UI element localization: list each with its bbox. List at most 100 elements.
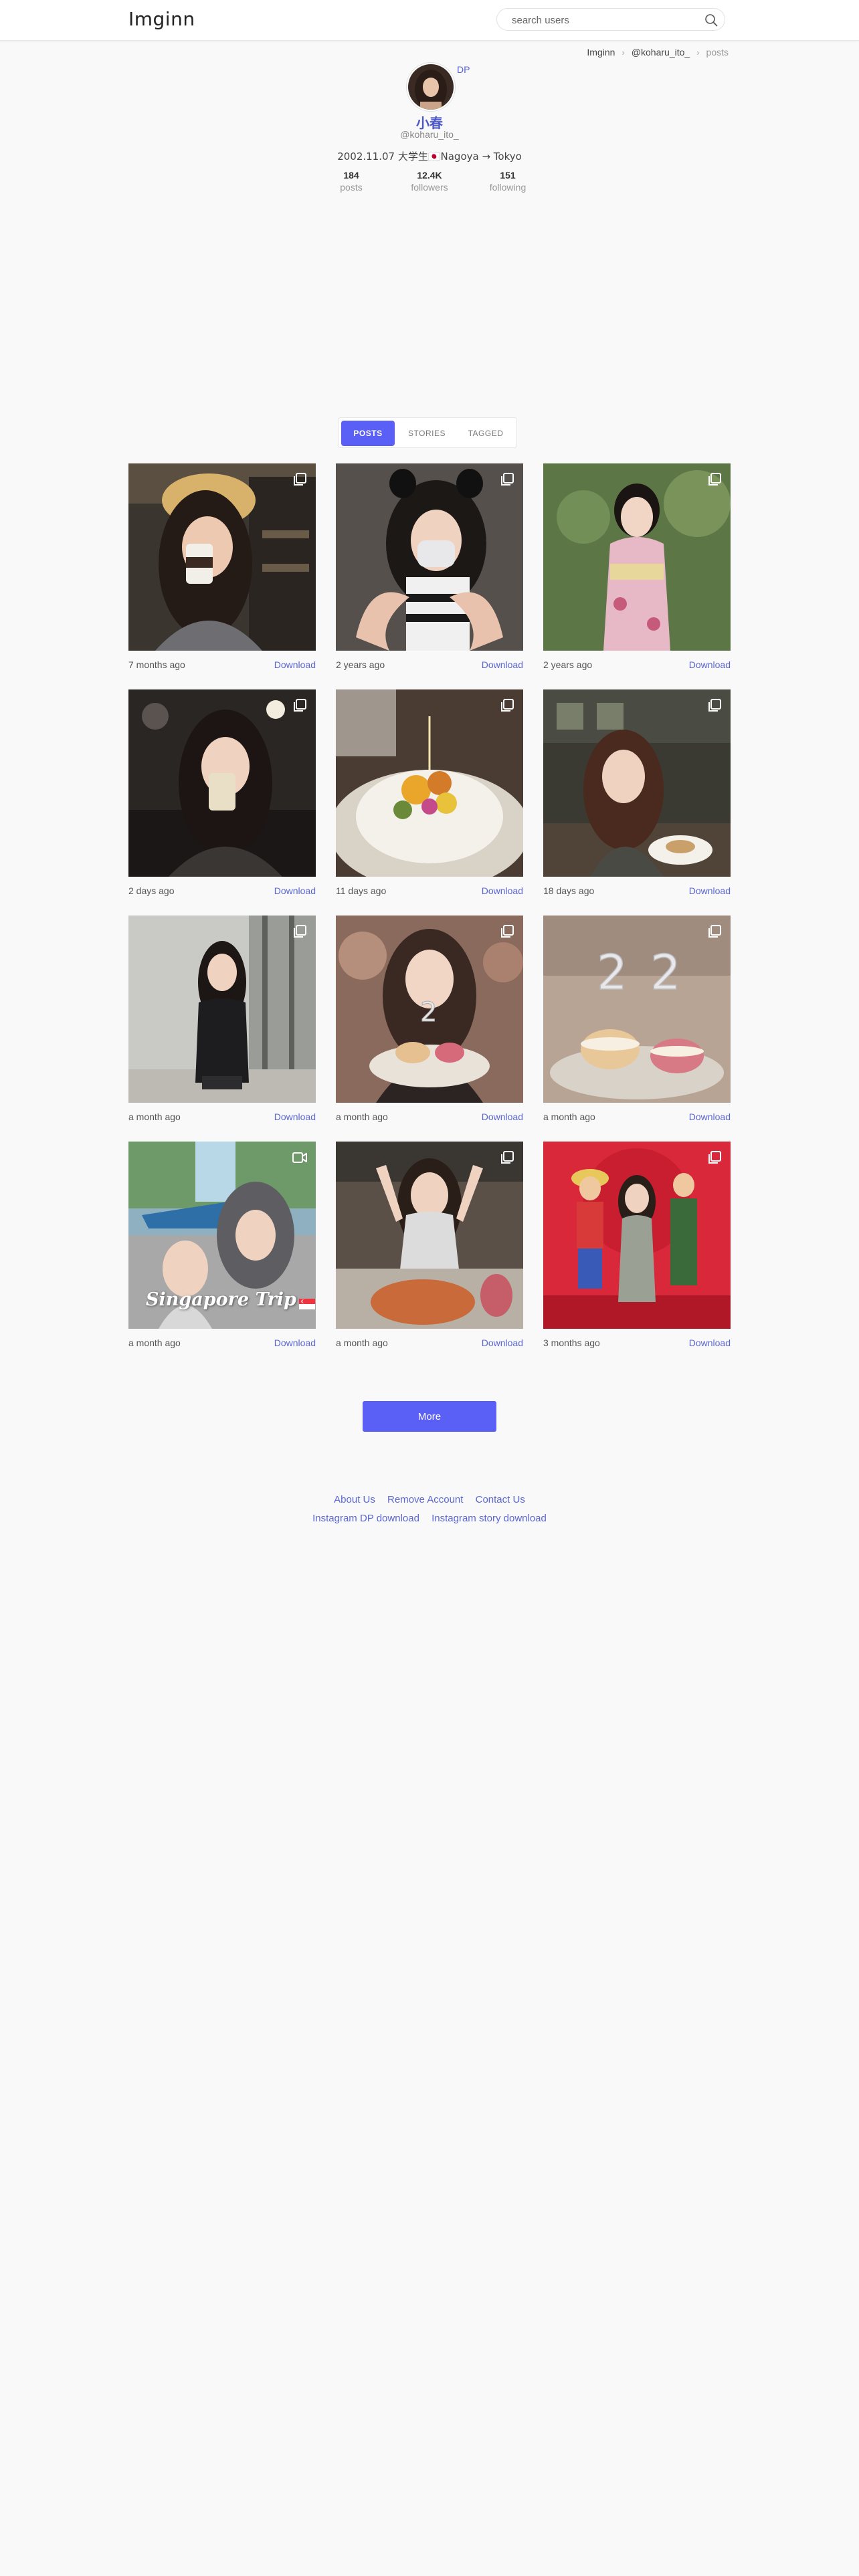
footer-links-primary: About Us Remove Account Contact Us: [0, 1494, 859, 1505]
post-item: 2 a month ago Download: [336, 916, 523, 1128]
video-icon: [292, 1150, 308, 1166]
post-image[interactable]: [543, 689, 731, 877]
post-time: a month ago: [543, 1111, 595, 1122]
profile-stats: 184 posts 12.4K followers 151 following: [314, 170, 545, 197]
gallery-icon: [706, 1150, 723, 1166]
post-time: a month ago: [128, 1111, 181, 1122]
download-link[interactable]: Download: [482, 885, 523, 896]
gallery-icon: [706, 697, 723, 714]
site-logo[interactable]: Imginn: [128, 8, 195, 30]
post-image[interactable]: [336, 689, 523, 877]
download-link[interactable]: Download: [482, 659, 523, 670]
stat-followers-label: followers: [411, 182, 448, 193]
post-time: a month ago: [336, 1111, 388, 1122]
post-item: 2 days ago Download: [128, 689, 316, 902]
post-item: a month ago Download: [336, 1142, 523, 1354]
download-link[interactable]: Download: [274, 1337, 316, 1348]
post-item: 2 years ago Download: [543, 463, 731, 676]
tab-tagged[interactable]: TAGGED: [459, 421, 512, 446]
download-link[interactable]: Download: [274, 885, 316, 896]
post-time: 2 years ago: [543, 659, 593, 670]
stat-posts-value: 184: [343, 170, 359, 181]
top-navigation-bar: Imginn: [0, 0, 859, 41]
post-item: a month ago Download: [128, 916, 316, 1128]
footer-remove-account-link[interactable]: Remove Account: [387, 1494, 463, 1505]
post-image[interactable]: [336, 463, 523, 651]
dp-download-link[interactable]: DP: [457, 64, 470, 75]
stat-posts-label: posts: [340, 182, 363, 193]
post-overlay-text: Singapore Trip: [146, 1289, 296, 1310]
post-item: 18 days ago Download: [543, 689, 731, 902]
breadcrumb: Imginn › @koharu_ito_ › posts: [587, 47, 729, 58]
footer-contact-link[interactable]: Contact Us: [476, 1494, 525, 1505]
stat-following-label: following: [489, 182, 527, 193]
stat-followers-value: 12.4K: [417, 170, 442, 181]
post-image[interactable]: [128, 463, 316, 651]
stat-following-value: 151: [500, 170, 516, 181]
gallery-icon: [706, 924, 723, 940]
download-link[interactable]: Download: [274, 659, 316, 670]
gallery-icon: [499, 471, 515, 488]
svg-text:2: 2: [650, 944, 681, 1000]
post-image[interactable]: Singapore Trip: [128, 1142, 316, 1329]
post-image[interactable]: [128, 916, 316, 1103]
tab-posts[interactable]: POSTS: [341, 421, 395, 446]
gallery-icon: [706, 471, 723, 488]
download-link[interactable]: Download: [274, 1111, 316, 1122]
post-image[interactable]: 2: [336, 916, 523, 1103]
search-icon[interactable]: [702, 11, 721, 29]
post-image[interactable]: [128, 689, 316, 877]
gallery-icon: [499, 697, 515, 714]
search-box: [496, 8, 725, 31]
breadcrumb-home-link[interactable]: Imginn: [587, 47, 615, 58]
singapore-flag-icon: [298, 1293, 315, 1309]
gallery-icon: [499, 1150, 515, 1166]
download-link[interactable]: Download: [482, 1337, 523, 1348]
footer-dp-download-link[interactable]: Instagram DP download: [312, 1513, 419, 1524]
post-item: 11 days ago Download: [336, 689, 523, 902]
post-time: 2 years ago: [336, 659, 385, 670]
footer-links-secondary: Instagram DP download Instagram story do…: [0, 1513, 859, 1524]
search-input[interactable]: [510, 13, 694, 27]
gallery-icon: [292, 471, 308, 488]
chevron-right-icon: ›: [622, 47, 625, 58]
post-time: 3 months ago: [543, 1337, 600, 1348]
post-time: a month ago: [336, 1337, 388, 1348]
post-item: 2 2 a month ago Download: [543, 916, 731, 1128]
load-more-button[interactable]: More: [363, 1401, 496, 1432]
post-image[interactable]: [543, 1142, 731, 1329]
stat-followers: 12.4K followers: [393, 170, 466, 193]
post-time: a month ago: [128, 1337, 181, 1348]
post-time: 11 days ago: [336, 885, 387, 896]
gallery-icon: [499, 924, 515, 940]
post-item: Singapore Trip a month ago Download: [128, 1142, 316, 1354]
gallery-icon: [292, 697, 308, 714]
post-item: 3 months ago Download: [543, 1142, 731, 1354]
tab-stories[interactable]: STORIES: [400, 421, 454, 446]
footer-story-download-link[interactable]: Instagram story download: [432, 1513, 547, 1524]
post-time: 2 days ago: [128, 885, 175, 896]
download-link[interactable]: Download: [689, 1337, 731, 1348]
chevron-right-icon: ›: [696, 47, 700, 58]
profile-bio: 2002.11.07 大学生🇯🇵Nagoya → Tokyo: [337, 150, 522, 163]
post-image[interactable]: [543, 463, 731, 651]
post-item: 2 years ago Download: [336, 463, 523, 676]
post-image[interactable]: 2 2: [543, 916, 731, 1103]
post-time: 18 days ago: [543, 885, 595, 896]
footer-about-link[interactable]: About Us: [334, 1494, 375, 1505]
profile-avatar[interactable]: [407, 63, 455, 111]
breadcrumb-current: posts: [706, 47, 729, 58]
stat-posts: 184 posts: [314, 170, 388, 193]
download-link[interactable]: Download: [689, 1111, 731, 1122]
stat-following: 151 following: [471, 170, 545, 193]
gallery-icon: [292, 924, 308, 940]
post-item: 7 months ago Download: [128, 463, 316, 676]
download-link[interactable]: Download: [689, 885, 731, 896]
svg-text:2: 2: [597, 944, 628, 1000]
breadcrumb-user-link[interactable]: @koharu_ito_: [632, 47, 690, 58]
profile-username: @koharu_ito_: [400, 129, 459, 140]
post-image[interactable]: [336, 1142, 523, 1329]
download-link[interactable]: Download: [482, 1111, 523, 1122]
download-link[interactable]: Download: [689, 659, 731, 670]
post-time: 7 months ago: [128, 659, 185, 670]
